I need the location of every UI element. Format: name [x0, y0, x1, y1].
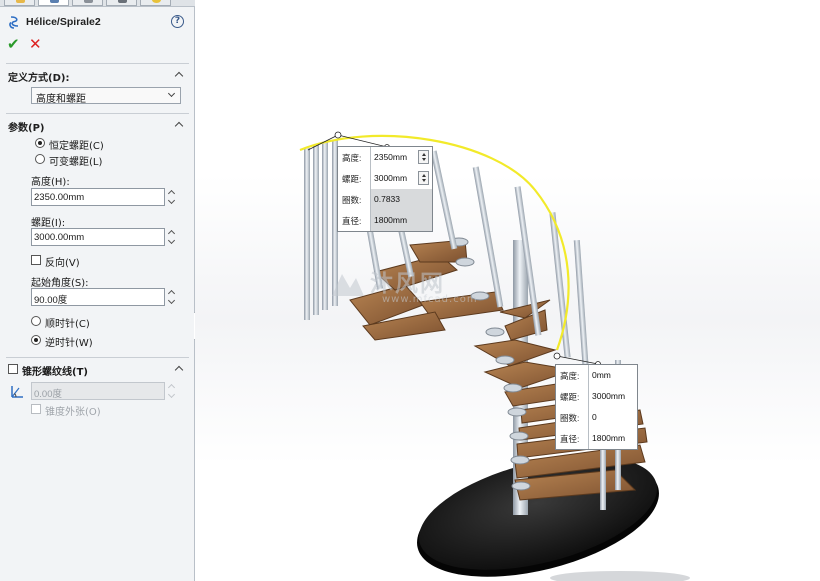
callout-value-box: 3000mm: [588, 386, 639, 407]
collapse-chevron-icon[interactable]: [174, 120, 184, 130]
callout-value: 2350mm: [374, 152, 408, 162]
collapse-chevron-icon[interactable]: [174, 70, 184, 80]
callout-value-box: 0mm: [588, 365, 639, 386]
callout-value: 3000mm: [374, 173, 408, 183]
divider: [6, 113, 189, 114]
callout-row: 圈数: 0.7833: [338, 189, 432, 210]
callout-value-box[interactable]: 2350mm: [370, 147, 432, 168]
radio-selected[interactable]: [31, 335, 41, 345]
taper-angle-input[interactable]: 0.00度: [31, 382, 165, 400]
tab-property-manager[interactable]: [38, 0, 69, 6]
callout-row: 直径: 1800mm: [338, 210, 432, 231]
callout-value-box[interactable]: 3000mm: [370, 168, 432, 189]
value-spinner[interactable]: [418, 171, 429, 185]
ok-button[interactable]: ✔: [7, 37, 21, 52]
helix-callout-start[interactable]: 高度: 2350mm 螺距: 3000mm 圈数: 0.7833 直径: 180…: [337, 146, 433, 232]
help-icon[interactable]: ?: [171, 15, 184, 28]
tab-display-manager[interactable]: [140, 0, 171, 6]
pitch-label: 螺距(I):: [31, 218, 66, 229]
chevron-down-icon: [169, 91, 176, 98]
helix-callout-end[interactable]: 高度: 0mm 螺距: 3000mm 圈数: 0 直径: 1800mm: [555, 364, 638, 450]
callout-value: 0mm: [592, 370, 611, 380]
callout-label: 圈数:: [560, 413, 580, 423]
tab-configuration-manager[interactable]: [72, 0, 103, 6]
define-by-header: 定义方式(D):: [8, 73, 70, 84]
callout-row: 高度: 0mm: [556, 365, 637, 386]
counterclockwise-label: 逆时针(W): [45, 338, 93, 349]
callout-label: 直径:: [342, 216, 362, 226]
watermark: 沐风网 www.mfcad.com: [330, 264, 500, 312]
callout-label: 螺距:: [342, 174, 362, 184]
start-angle-stepper[interactable]: [167, 288, 177, 308]
reverse-label: 反向(V): [45, 258, 80, 269]
callout-row: 螺距: 3000mm: [338, 168, 432, 189]
callout-value: 0.7833: [374, 194, 400, 204]
callout-label: 高度:: [342, 153, 362, 163]
callout-row: 圈数: 0: [556, 407, 637, 428]
watermark-logo-icon: [332, 274, 364, 296]
callout-value: 1800mm: [592, 433, 626, 443]
callout-value-box: 1800mm: [588, 428, 639, 449]
variable-pitch-label: 可变螺距(L): [49, 157, 103, 168]
clockwise-label: 顺时针(C): [45, 319, 90, 330]
helix-icon: [9, 16, 19, 29]
floor-shadow: [550, 571, 690, 581]
define-by-select[interactable]: 高度和螺距: [31, 87, 181, 105]
pitch-input[interactable]: 3000.00mm: [31, 228, 165, 246]
callout-value-box: 0.7833: [370, 189, 432, 210]
feature-tree-icon: [16, 0, 25, 3]
collapse-chevron-icon[interactable]: [174, 364, 184, 374]
callout-label: 螺距:: [560, 392, 580, 402]
feature-title: Hélice/Spirale2: [26, 16, 101, 28]
tab-feature-manager[interactable]: [4, 0, 35, 6]
constant-pitch-label: 恒定螺距(C): [49, 141, 104, 152]
appearance-icon: [152, 0, 161, 3]
watermark-text: 沐风网: [370, 271, 445, 297]
taper-header: 锥形螺纹线(T): [22, 367, 88, 378]
start-angle-input[interactable]: 90.00度: [31, 288, 165, 306]
parameters-header: 参数(P): [8, 123, 45, 134]
radio-unselected[interactable]: [35, 154, 45, 164]
property-list-icon: [50, 0, 59, 3]
callout-row: 直径: 1800mm: [556, 428, 637, 449]
feature-title-row: Hélice/Spirale2 ?: [8, 14, 188, 32]
callout-value: 0: [592, 412, 597, 422]
callout-value-box: 0: [588, 407, 639, 428]
taper-outward-label: 锥度外张(O): [45, 407, 101, 418]
reverse-checkbox[interactable]: [31, 255, 41, 265]
value-spinner[interactable]: [418, 150, 429, 164]
radio-unselected[interactable]: [31, 316, 41, 326]
define-by-selected: 高度和螺距: [36, 94, 86, 105]
callout-row: 螺距: 3000mm: [556, 386, 637, 407]
staircase-model: [299, 131, 690, 581]
watermark-url: www.mfcad.com: [382, 294, 478, 305]
start-angle-label: 起始角度(S):: [31, 278, 89, 289]
tab-dimxpert-manager[interactable]: [106, 0, 137, 6]
configuration-icon: [84, 0, 93, 3]
callout-label: 高度:: [560, 371, 580, 381]
taper-outward-checkbox[interactable]: [31, 404, 41, 414]
taper-angle-icon: [11, 386, 23, 398]
divider: [6, 357, 189, 358]
height-label: 高度(H):: [31, 177, 70, 188]
property-manager-panel: Hélice/Spirale2 ? ✔ ✕ 定义方式(D): 高度和螺距 参数(…: [0, 0, 202, 581]
pitch-stepper[interactable]: [167, 228, 177, 248]
callout-row: 高度: 2350mm: [338, 147, 432, 168]
callout-value: 1800mm: [374, 215, 408, 225]
radio-selected[interactable]: [35, 138, 45, 148]
callout-label: 圈数:: [342, 195, 362, 205]
taper-checkbox[interactable]: [8, 364, 18, 374]
callout-value-box: 1800mm: [370, 210, 432, 231]
graphics-viewport[interactable]: 沐风网 www.mfcad.com 高度: 2350mm 螺距: 3000mm …: [195, 0, 820, 581]
taper-angle-stepper[interactable]: [167, 382, 177, 402]
height-stepper[interactable]: [167, 188, 177, 208]
dimxpert-icon: [118, 0, 127, 3]
manager-tab-strip: [0, 0, 195, 7]
callout-label: 直径:: [560, 434, 580, 444]
cancel-button[interactable]: ✕: [29, 37, 43, 52]
height-input[interactable]: 2350.00mm: [31, 188, 165, 206]
divider: [6, 63, 189, 64]
callout-value: 3000mm: [592, 391, 626, 401]
